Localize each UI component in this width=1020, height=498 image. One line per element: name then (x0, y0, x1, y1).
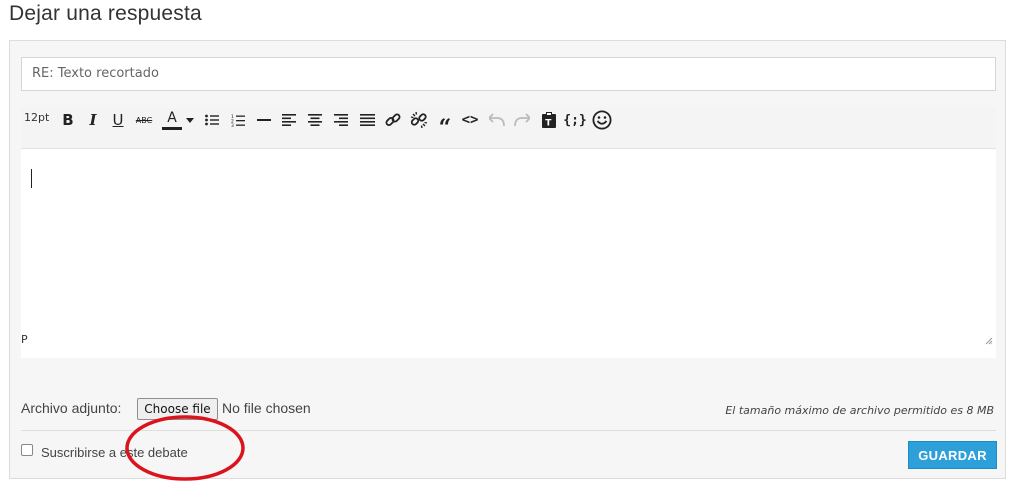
text-color-letter: A (167, 109, 177, 126)
attachment-label: Archivo adjunto: (21, 400, 122, 416)
rich-text-editor[interactable]: 12pt B I U ABC A 123 “ <> T {;} P (21, 107, 996, 358)
code-block-icon[interactable]: {;} (563, 110, 586, 130)
subject-input[interactable]: RE: Texto recortado (21, 57, 996, 91)
annotation-circle (125, 415, 245, 481)
italic-icon[interactable]: I (83, 110, 103, 130)
code-icon[interactable]: <> (460, 110, 480, 130)
link-icon[interactable] (383, 110, 403, 130)
bullet-list-icon[interactable] (202, 110, 222, 130)
editor-content[interactable] (21, 151, 996, 329)
subscribe-checkbox[interactable] (21, 444, 33, 456)
chevron-down-icon[interactable] (184, 110, 196, 130)
blockquote-icon[interactable]: “ (435, 110, 455, 139)
align-left-icon[interactable] (279, 110, 299, 130)
editor-toolbar: 12pt B I U ABC A 123 “ <> T {;} (21, 107, 996, 149)
reply-form: RE: Texto recortado 12pt B I U ABC A 123 (9, 40, 1006, 481)
undo-icon[interactable] (487, 110, 507, 130)
text-color-swatch (162, 126, 182, 130)
unlink-icon[interactable] (409, 110, 429, 130)
font-size-select[interactable]: 12pt (24, 111, 49, 124)
save-button[interactable]: GUARDAR (908, 441, 997, 469)
emoticon-icon[interactable] (591, 110, 613, 130)
text-color-icon[interactable]: A (161, 110, 183, 130)
horizontal-rule-icon[interactable] (254, 110, 274, 130)
bold-icon[interactable]: B (58, 110, 78, 130)
resize-handle-icon[interactable] (985, 332, 993, 350)
max-size-note: El tamaño máximo de archivo permitido es… (725, 404, 994, 417)
text-cursor (31, 169, 32, 188)
svg-text:T: T (545, 119, 552, 129)
numbered-list-icon[interactable]: 123 (228, 110, 248, 130)
paste-text-icon[interactable]: T (539, 110, 559, 130)
redo-icon[interactable] (512, 110, 532, 130)
editor-path: P (21, 333, 28, 346)
justify-icon[interactable] (357, 110, 377, 130)
svg-text:3: 3 (231, 123, 234, 127)
page-title: Dejar una respuesta (9, 2, 202, 25)
underline-icon[interactable]: U (108, 110, 128, 130)
align-center-icon[interactable] (305, 110, 325, 130)
align-right-icon[interactable] (331, 110, 351, 130)
strikethrough-icon[interactable]: ABC (134, 110, 154, 130)
